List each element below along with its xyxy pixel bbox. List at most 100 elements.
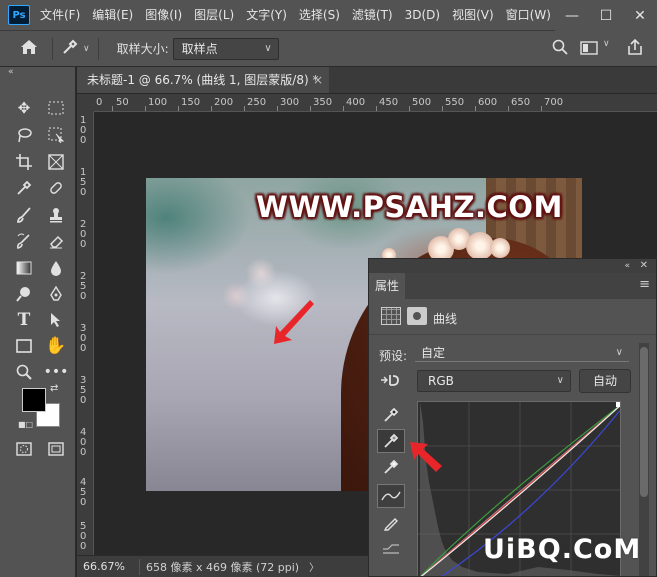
- close-icon[interactable]: ×: [313, 67, 323, 93]
- preset-select[interactable]: 自定 ∨: [415, 344, 629, 362]
- frame-tool-icon[interactable]: [43, 150, 69, 174]
- gradient-tool-icon[interactable]: [11, 256, 37, 280]
- menu-select[interactable]: 选择(S): [293, 0, 346, 31]
- ruler-label: 650: [511, 97, 531, 108]
- share-icon[interactable]: [626, 38, 644, 60]
- chevron-down-icon[interactable]: ∨: [83, 44, 90, 54]
- ruler-label: 300: [280, 97, 300, 108]
- channel-select[interactable]: RGB ∨: [417, 370, 571, 392]
- curve-points-tool-icon[interactable]: [377, 484, 405, 508]
- pen-tool-icon[interactable]: [43, 282, 69, 306]
- menu-filter[interactable]: 滤镜(T): [346, 0, 399, 31]
- ruler-label: 150: [181, 97, 201, 108]
- ruler-label: 200: [214, 97, 234, 108]
- panel-menu-icon[interactable]: ≡: [639, 277, 650, 292]
- ruler-label: 450: [379, 97, 399, 108]
- gray-point-eyedropper-icon[interactable]: [377, 429, 405, 453]
- crop-tool-icon[interactable]: [11, 150, 37, 174]
- preset-value: 自定: [421, 346, 446, 360]
- chevron-right-icon[interactable]: 〉: [309, 559, 319, 574]
- ruler-label: 600: [478, 97, 498, 108]
- white-point-eyedropper-icon[interactable]: [377, 455, 405, 479]
- foreground-color-swatch[interactable]: [22, 388, 46, 412]
- brush-tool-icon[interactable]: [11, 203, 37, 227]
- menu-layer[interactable]: 图层(L): [188, 0, 240, 31]
- chevron-down-icon[interactable]: ∨: [603, 39, 610, 49]
- smooth-curve-icon[interactable]: [377, 537, 405, 561]
- home-icon[interactable]: [20, 39, 38, 59]
- panel-title-strip: « ✕: [369, 259, 656, 273]
- eyedropper-tool-icon[interactable]: [11, 176, 37, 200]
- screen-mode-icon[interactable]: [43, 437, 69, 461]
- menu-view[interactable]: 视图(V): [446, 0, 500, 31]
- chevron-down-icon: ∨: [264, 42, 272, 54]
- minimize-button[interactable]: —: [555, 8, 589, 24]
- blur-tool-icon[interactable]: [43, 256, 69, 280]
- rectangle-tool-icon[interactable]: [11, 334, 37, 358]
- dodge-tool-icon[interactable]: [11, 282, 37, 306]
- healing-brush-tool-icon[interactable]: [43, 176, 69, 200]
- maximize-button[interactable]: ☐: [589, 8, 623, 24]
- more-tools-icon[interactable]: •••: [43, 360, 69, 384]
- eyedropper-tool-preset-icon[interactable]: [61, 38, 79, 60]
- menu-edit[interactable]: 编辑(E): [86, 0, 139, 31]
- layer-mask-icon[interactable]: [407, 307, 427, 325]
- zoom-level[interactable]: 66.67%: [83, 560, 133, 573]
- red-arrow-icon: [410, 442, 442, 472]
- pencil-tool-icon[interactable]: [377, 511, 405, 535]
- ruler-label: 1 5 0: [80, 167, 87, 198]
- preset-label: 预设:: [379, 349, 408, 363]
- ruler-label: 700: [544, 97, 564, 108]
- menu-image[interactable]: 图像(I): [139, 0, 188, 31]
- quick-mask-icon[interactable]: [11, 437, 37, 461]
- close-button[interactable]: ✕: [623, 8, 657, 24]
- close-icon[interactable]: ✕: [640, 259, 648, 273]
- default-colors-icon[interactable]: ■□: [18, 420, 33, 429]
- path-selection-tool-icon[interactable]: [43, 308, 69, 332]
- auto-button[interactable]: 自动: [579, 369, 631, 393]
- tab-properties[interactable]: 属性: [369, 273, 405, 299]
- ruler-label: 4 5 0: [80, 477, 87, 508]
- ruler-label: 250: [247, 97, 267, 108]
- menu-window[interactable]: 窗口(W): [500, 0, 557, 31]
- sample-size-select[interactable]: 取样点 ∨: [172, 37, 279, 60]
- history-brush-tool-icon[interactable]: [11, 229, 37, 253]
- curves-adjustment-icon[interactable]: [381, 307, 401, 325]
- swap-colors-icon[interactable]: ⇄: [50, 383, 58, 394]
- ruler-label: 3 5 0: [80, 375, 87, 406]
- horizontal-ruler[interactable]: 0 50 100 150 200 250 300 350 400 450 500…: [94, 94, 657, 112]
- scrollbar-thumb[interactable]: [640, 347, 648, 497]
- lasso-tool-icon[interactable]: [11, 123, 37, 147]
- clone-stamp-tool-icon[interactable]: [43, 203, 69, 227]
- ruler-label: 550: [445, 97, 465, 108]
- document-tab-bar: 未标题-1 @ 66.7% (曲线 1, 图层蒙版/8) * ×: [77, 67, 657, 93]
- type-tool-icon[interactable]: T: [11, 308, 37, 332]
- eraser-tool-icon[interactable]: [43, 229, 69, 253]
- black-point-eyedropper-icon[interactable]: [377, 403, 405, 427]
- tools-panel: « ✥ T ✋ ••• ⇄ ■□: [0, 67, 76, 577]
- ruler-label: 500: [412, 97, 432, 108]
- targeted-adjustment-icon[interactable]: [379, 372, 401, 392]
- search-icon[interactable]: [552, 39, 568, 59]
- ruler-label: 50: [116, 97, 129, 108]
- collapse-icon[interactable]: «: [624, 259, 630, 273]
- move-tool-icon[interactable]: ✥: [11, 96, 37, 120]
- workspace-icon[interactable]: [580, 40, 598, 59]
- collapse-icon[interactable]: «: [8, 67, 14, 77]
- vertical-ruler[interactable]: 1 0 0 1 5 0 2 0 0 2 5 0 3 0 0 3 5 0 4 0 …: [77, 112, 94, 555]
- sample-size-value: 取样点: [181, 41, 218, 56]
- menu-file[interactable]: 文件(F): [34, 0, 86, 31]
- document-tab[interactable]: 未标题-1 @ 66.7% (曲线 1, 图层蒙版/8) * ×: [77, 67, 329, 93]
- menu-3d[interactable]: 3D(D): [399, 0, 446, 31]
- menu-type[interactable]: 文字(Y): [240, 0, 293, 31]
- watermark-logo: UiBQ.CoM: [483, 534, 642, 565]
- zoom-tool-icon[interactable]: [11, 360, 37, 384]
- ruler-label: 100: [148, 97, 168, 108]
- ruler-label: 1 0 0: [80, 115, 87, 146]
- hand-tool-icon[interactable]: ✋: [43, 334, 69, 358]
- ruler-label: 0: [96, 97, 103, 108]
- marquee-tool-icon[interactable]: [43, 96, 69, 120]
- watermark-text: WWW.PSAHZ.COM: [256, 190, 563, 224]
- object-select-tool-icon[interactable]: [43, 123, 69, 147]
- photoshop-logo: Ps: [8, 5, 30, 25]
